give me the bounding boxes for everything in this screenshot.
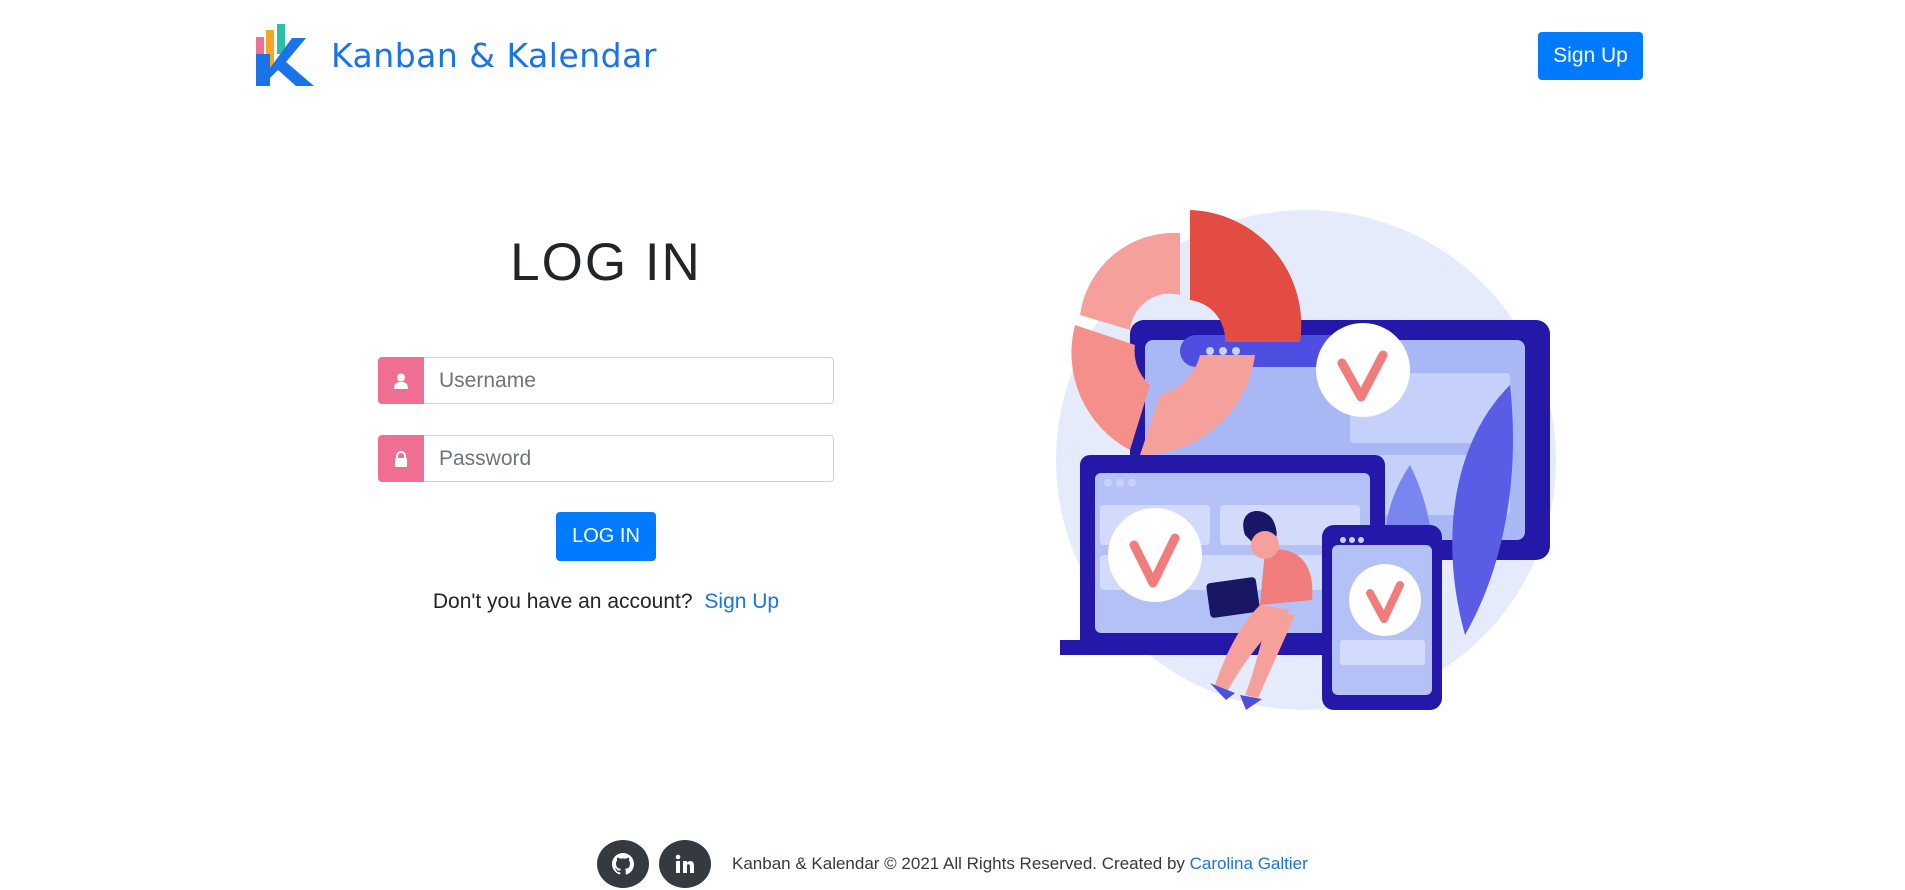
github-link[interactable] xyxy=(597,840,649,888)
copyright-text: Kanban & Kalendar © 2021 All Rights Rese… xyxy=(732,854,1185,873)
logo-icon xyxy=(256,24,314,86)
password-input[interactable] xyxy=(424,435,834,482)
linkedin-link[interactable] xyxy=(659,840,711,888)
github-icon xyxy=(612,853,634,875)
brand-logo[interactable]: Kanban & Kalendar xyxy=(256,24,657,86)
no-account-text: Don't you have an account? xyxy=(432,590,693,613)
footer: Kanban & Kalendar © 2021 All Rights Rese… xyxy=(597,840,1308,888)
author-link[interactable]: Carolina Galtier xyxy=(1190,854,1308,873)
dashboard-illustration xyxy=(1056,210,1556,710)
username-field xyxy=(378,357,834,404)
footer-copyright: Kanban & Kalendar © 2021 All Rights Rese… xyxy=(732,854,1308,874)
user-icon xyxy=(394,373,408,389)
lock-icon xyxy=(395,450,407,467)
linkedin-icon xyxy=(675,854,694,873)
username-input[interactable] xyxy=(424,357,834,404)
page-title: LOG IN xyxy=(510,233,702,292)
login-button[interactable]: LOG IN xyxy=(556,512,656,561)
password-addon xyxy=(378,435,424,482)
signup-link[interactable]: Sign Up xyxy=(704,590,779,613)
brand-name: Kanban & Kalendar xyxy=(331,35,657,75)
header-signup-button[interactable]: Sign Up xyxy=(1538,32,1643,80)
username-addon xyxy=(378,357,424,404)
signup-prompt: Don't you have an account? Sign Up xyxy=(378,590,834,614)
password-field xyxy=(378,435,834,482)
